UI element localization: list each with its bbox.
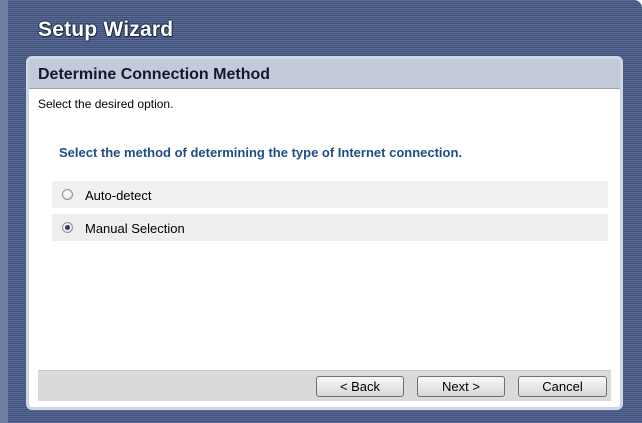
wizard-panel: Determine Connection Method Select the d…: [26, 56, 623, 410]
option-auto-detect[interactable]: Auto-detect: [52, 181, 608, 209]
button-bar: < Back Next > Cancel: [38, 370, 611, 401]
back-button[interactable]: < Back: [316, 376, 404, 397]
cancel-button[interactable]: Cancel: [518, 376, 607, 397]
panel-header: Determine Connection Method: [29, 59, 620, 89]
window-edge: [0, 0, 8, 423]
panel-title: Determine Connection Method: [38, 66, 271, 83]
panel-subtitle: Select the desired option.: [38, 97, 174, 111]
auto-detect-label[interactable]: Auto-detect: [85, 188, 152, 203]
method-question: Select the method of determining the typ…: [59, 145, 463, 160]
manual-selection-label[interactable]: Manual Selection: [85, 221, 185, 236]
next-button[interactable]: Next >: [417, 376, 505, 397]
window-title: Setup Wizard: [38, 18, 174, 41]
wizard-window: Setup Wizard Determine Connection Method…: [0, 0, 642, 423]
manual-selection-radio[interactable]: [62, 222, 73, 233]
option-manual-selection[interactable]: Manual Selection: [52, 214, 608, 242]
auto-detect-radio[interactable]: [62, 189, 73, 200]
